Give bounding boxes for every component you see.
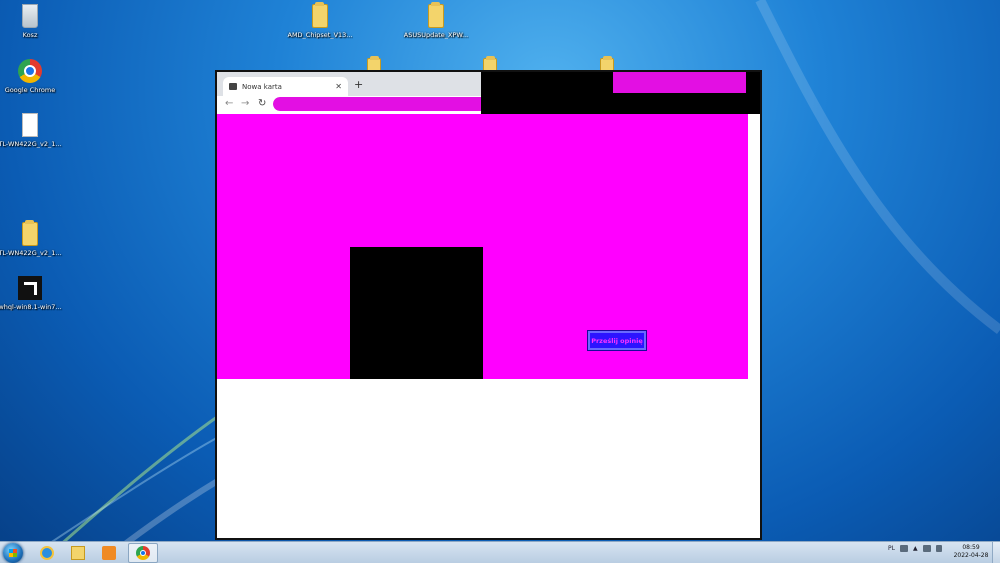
desktop-icon-label: AMD_Chipset_V13... [287, 31, 353, 39]
send-feedback-button[interactable]: Prześlij opinię [587, 330, 647, 351]
media-player-icon [102, 546, 116, 560]
desktop-icon-label: TL-WN422G_v2_1... [0, 140, 62, 148]
right-edge-strip [760, 337, 762, 467]
tab-title: Nowa karta [242, 82, 282, 91]
new-tab-button[interactable]: + [354, 78, 363, 91]
show-hidden-icons-icon[interactable]: ▲ [913, 545, 918, 552]
tab-close-icon[interactable]: ✕ [335, 82, 342, 91]
language-indicator[interactable]: PL [888, 545, 895, 552]
desktop-icon-asus-update[interactable]: ASUSUpdate_XPW... [403, 2, 469, 39]
folder-icon [312, 2, 328, 28]
desktop-icon-label: whql-win8.1-win7... [0, 303, 62, 311]
desktop-icon-label: ASUSUpdate_XPW... [403, 31, 469, 39]
clock-time: 08:59 [962, 544, 980, 551]
taskbar-ie[interactable] [32, 543, 62, 563]
folder-icon [22, 220, 38, 246]
keyboard-icon[interactable] [899, 545, 908, 552]
desktop-icon-label: Google Chrome [4, 86, 56, 94]
browser-window[interactable]: Nowa karta ✕ + ← → ↻ ⇪ ☆ Prześlij opinię [215, 70, 762, 540]
amd-icon [18, 276, 42, 300]
black-block [350, 247, 483, 379]
tab-new-tab[interactable]: Nowa karta ✕ [223, 77, 348, 96]
explorer-icon [71, 546, 85, 560]
desktop-icon-recycle-bin[interactable]: Kosz [0, 4, 63, 39]
chrome-icon [136, 546, 150, 560]
new-tab-favicon-icon [229, 83, 237, 90]
desktop-icon-whql[interactable]: whql-win8.1-win7... [0, 276, 63, 311]
clock[interactable]: 08:59 2022-04-28 [952, 544, 990, 560]
reload-button[interactable]: ↻ [258, 98, 266, 110]
start-button[interactable] [3, 543, 23, 563]
taskbar-chrome[interactable] [128, 543, 158, 563]
ie-icon [40, 546, 54, 560]
taskbar-media-player[interactable] [94, 543, 124, 563]
occluding-block-magenta [613, 72, 746, 93]
desktop-icon-label: TL-WN422G_v2_1... [0, 249, 62, 257]
desktop-icon-amd-chipset[interactable]: AMD_Chipset_V13... [287, 2, 353, 39]
desktop-icon-chrome[interactable]: Google Chrome [0, 59, 63, 94]
page-content: Prześlij opinię [217, 114, 748, 379]
show-desktop-button[interactable] [992, 542, 1000, 563]
system-tray: PL ▲ [888, 545, 942, 552]
volume-icon[interactable] [935, 545, 942, 552]
forward-button[interactable]: → [241, 98, 249, 110]
taskbar: PL ▲ 08:59 2022-04-28 [0, 541, 1000, 563]
taskbar-explorer[interactable] [63, 543, 93, 563]
desktop-icon-tl-wn422g-file[interactable]: TL-WN422G_v2_1... [0, 113, 63, 148]
chrome-icon [18, 59, 42, 83]
clock-date: 2022-04-28 [953, 552, 989, 559]
network-icon[interactable] [922, 545, 931, 552]
desktop-icon-label: Kosz [22, 31, 38, 39]
recycle-bin-icon [22, 4, 38, 28]
file-icon [22, 113, 38, 137]
folder-icon [428, 2, 444, 28]
desktop-icon-tl-wn422g-folder[interactable]: TL-WN422G_v2_1... [0, 220, 63, 257]
back-button[interactable]: ← [225, 98, 233, 110]
